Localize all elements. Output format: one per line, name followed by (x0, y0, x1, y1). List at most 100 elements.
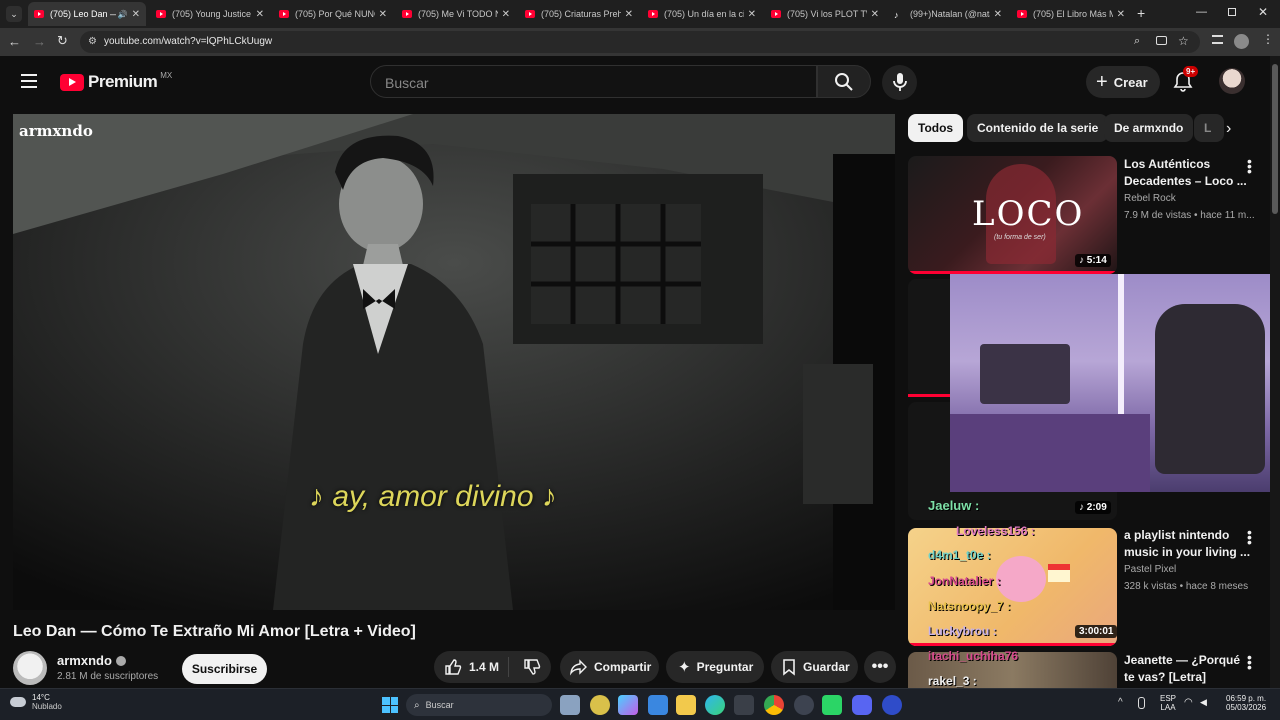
microphone-tray-icon[interactable] (1138, 697, 1145, 709)
ask-button[interactable]: ✦ Preguntar (666, 651, 764, 683)
rec-title-line1[interactable]: Los Auténticos (1124, 156, 1210, 173)
youtube-premium-logo[interactable]: Premium MX (60, 71, 172, 92)
rec-channel[interactable]: Pastel Pixel (1124, 564, 1176, 575)
close-icon[interactable]: ✕ (748, 9, 756, 20)
app-icon[interactable] (734, 695, 754, 715)
tab-0[interactable]: (705) Leo Dan — 🔊 ✕ (28, 2, 146, 26)
keyboard-code: LAA (1160, 703, 1176, 712)
like-button[interactable]: 1.4 M (434, 657, 509, 677)
reload-icon[interactable]: ↻ (57, 33, 68, 49)
close-icon[interactable]: ✕ (502, 9, 510, 20)
chip-all[interactable]: Todos (908, 114, 964, 142)
close-icon[interactable]: ✕ (256, 9, 264, 20)
volume-icon[interactable]: ◀ (1200, 697, 1207, 708)
profile-avatar[interactable] (1234, 34, 1249, 49)
weather-widget[interactable]: 14°C Nublado (10, 693, 62, 711)
tab-2[interactable]: (705) Por Qué NUNCA ✕ (273, 2, 393, 26)
tab-7[interactable]: ♪ (99+)Natalan (@nata ✕ (888, 2, 1008, 26)
rec-title-line2[interactable]: te vas? [Letra] (1124, 669, 1206, 686)
channel-avatar[interactable] (13, 651, 47, 685)
dislike-button[interactable] (515, 658, 541, 676)
task-view-icon[interactable] (560, 695, 580, 715)
forward-icon[interactable]: → (33, 34, 46, 49)
thumbs-up-icon (445, 659, 462, 675)
music-note-icon: ♪ (1079, 502, 1087, 513)
close-icon[interactable]: ✕ (132, 9, 140, 20)
youtube-icon (279, 10, 289, 18)
tab-6[interactable]: (705) Vi los PLOT TWI ✕ (765, 2, 885, 26)
discord-icon[interactable] (852, 695, 872, 715)
start-button[interactable] (382, 697, 398, 713)
more-vert-icon[interactable]: • • • (1247, 650, 1252, 674)
floating-stream-window[interactable] (950, 274, 1280, 492)
cloud-icon (10, 697, 26, 707)
file-explorer-icon[interactable] (676, 695, 696, 715)
new-tab-button[interactable]: + (1137, 5, 1145, 21)
menu-icon[interactable]: ⋮ (1262, 32, 1274, 46)
app-icon[interactable] (590, 695, 610, 715)
close-icon[interactable]: ✕ (994, 9, 1002, 20)
restore-button[interactable] (1228, 8, 1236, 16)
hamburger-menu-icon[interactable] (21, 74, 37, 88)
wifi-icon[interactable]: ◠ (1184, 697, 1193, 708)
edge-icon[interactable] (705, 695, 725, 715)
taskbar-search[interactable]: ⌕ Buscar (406, 694, 552, 716)
scrollbar-thumb[interactable] (1272, 64, 1278, 214)
app-icon[interactable] (822, 695, 842, 715)
back-icon[interactable]: ← (8, 34, 21, 49)
voice-search-button[interactable] (882, 65, 917, 100)
zoom-icon[interactable]: ⌕ (1134, 35, 1140, 48)
app-icon[interactable] (794, 695, 814, 715)
minimize-button[interactable]: — (1196, 6, 1207, 18)
rec-title-line1[interactable]: Jeanette — ¿Porqué (1124, 652, 1240, 669)
close-icon[interactable]: ✕ (379, 9, 387, 20)
tab-8[interactable]: (705) El Libro Más M ✕ (1011, 2, 1131, 26)
tab-3[interactable]: (705) Me Vi TODO Na ✕ (396, 2, 516, 26)
close-window-button[interactable]: ✕ (1258, 5, 1268, 19)
search-button[interactable] (817, 65, 871, 98)
app-icon[interactable] (882, 695, 902, 715)
site-info-icon[interactable]: ⚙ (88, 36, 97, 47)
video-player[interactable]: armxndo ♪ ay, amor divino ♪ (13, 114, 895, 610)
chips-next-icon[interactable]: › (1226, 120, 1231, 138)
reading-list-icon[interactable] (1212, 35, 1223, 44)
more-vert-icon[interactable]: • • • (1247, 154, 1252, 178)
chip-series[interactable]: Contenido de la serie (967, 114, 1109, 142)
rec-title-line2[interactable]: music in your living ... (1124, 544, 1250, 561)
channel-name-row[interactable]: armxndo (57, 653, 126, 668)
tab-search-button[interactable]: ⌄ (6, 6, 22, 22)
video-subtitle: ♪ ay, amor divino ♪ (309, 480, 557, 513)
clock[interactable]: 06:59 p. m. 05/03/2026 (1226, 694, 1266, 712)
bookmark-star-icon[interactable]: ☆ (1178, 34, 1189, 48)
search-input[interactable]: Buscar (370, 65, 817, 98)
account-avatar[interactable] (1219, 68, 1245, 94)
tab-1[interactable]: (705) Young Justice e ✕ (150, 2, 270, 26)
save-button[interactable]: Guardar (771, 651, 858, 683)
share-button[interactable]: Compartir (560, 651, 659, 683)
tab-5[interactable]: (705) Un día en la ciu ✕ (642, 2, 762, 26)
subscribe-button[interactable]: Suscribirse (182, 654, 267, 684)
chip-more[interactable]: L (1194, 114, 1224, 142)
chip-channel[interactable]: De armxndo (1104, 114, 1194, 142)
address-bar[interactable]: ⚙ youtube.com/watch?v=lQPhLCkUugw ⌕ ☆ (80, 31, 1200, 53)
copilot-icon[interactable] (618, 695, 638, 715)
more-vert-icon[interactable]: • • • (1247, 525, 1252, 549)
install-icon[interactable] (1156, 36, 1167, 45)
notifications-button[interactable]: 9+ (1172, 66, 1199, 94)
chrome-icon[interactable] (764, 695, 784, 715)
tray-chevron-icon[interactable]: ^ (1118, 697, 1123, 708)
store-icon[interactable] (648, 695, 668, 715)
tab-title: (705) Leo Dan — (50, 9, 116, 19)
page-scrollbar[interactable] (1270, 56, 1280, 688)
more-actions-button[interactable]: ••• (864, 651, 896, 683)
youtube-icon (156, 10, 166, 18)
rec-channel[interactable]: Rebel Rock (1124, 193, 1176, 204)
close-icon[interactable]: ✕ (625, 9, 633, 20)
rec-title-line1[interactable]: a playlist nintendo (1124, 527, 1229, 544)
rec-title-line2[interactable]: Decadentes – Loco ... (1124, 173, 1247, 190)
close-icon[interactable]: ✕ (871, 9, 879, 20)
language-indicator[interactable]: ESP LAA (1160, 694, 1176, 712)
create-button[interactable]: + Crear (1086, 66, 1160, 98)
close-icon[interactable]: ✕ (1117, 9, 1125, 20)
tab-4[interactable]: (705) Criaturas Prehis ✕ (519, 2, 639, 26)
